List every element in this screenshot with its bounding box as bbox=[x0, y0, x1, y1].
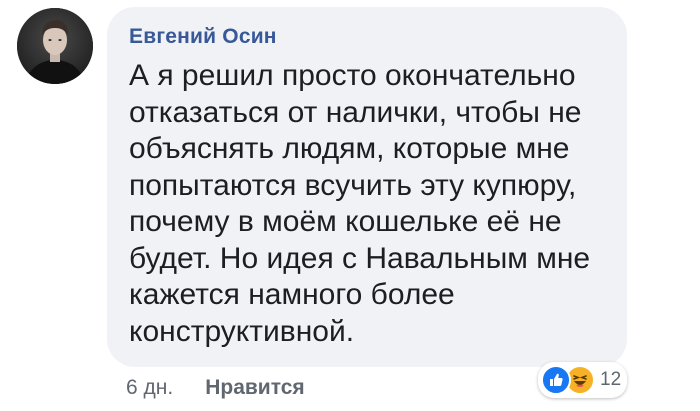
avatar[interactable] bbox=[17, 8, 93, 84]
comment-timestamp[interactable]: 6 дн. bbox=[126, 376, 173, 400]
avatar-image bbox=[17, 8, 93, 84]
comment-meta: 6 дн. Нравится bbox=[126, 376, 305, 400]
comment-author[interactable]: Евгений Осин bbox=[129, 25, 605, 49]
like-icon bbox=[541, 365, 571, 395]
like-button[interactable]: Нравится bbox=[205, 376, 304, 400]
comment-container: Евгений Осин А я решил просто окончатель… bbox=[0, 0, 700, 411]
comment-bubble: Евгений Осин А я решил просто окончатель… bbox=[107, 7, 627, 367]
comment-text: А я решил просто окончательно отказаться… bbox=[129, 59, 591, 348]
reaction-count: 12 bbox=[600, 369, 622, 390]
reactions-summary[interactable]: 12 bbox=[538, 362, 628, 398]
